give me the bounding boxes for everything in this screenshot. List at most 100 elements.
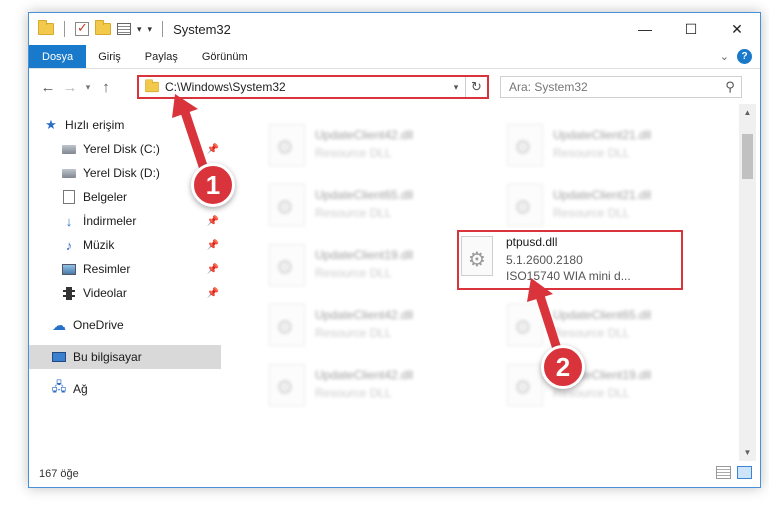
sidebar-item-label: Yerel Disk (C:) [83, 142, 160, 156]
customize-toolbar-icon[interactable]: ▾ [148, 24, 153, 35]
refresh-icon[interactable]: ↻ [465, 77, 487, 97]
folder-icon [38, 20, 54, 35]
sidebar-item-downloads[interactable]: ↓ İndirmeler 📌 [29, 209, 221, 233]
dll-file-icon [269, 184, 305, 226]
search-box[interactable]: ⚲ [500, 76, 742, 98]
file-item[interactable]: UpdateClient42.dll Resource DLL [241, 298, 467, 354]
file-description: Resource DLL [553, 326, 630, 340]
sidebar-item-quick-access[interactable]: ★ Hızlı erişim [29, 113, 221, 137]
sidebar-item-label: Yerel Disk (D:) [83, 166, 160, 180]
sidebar-item-music[interactable]: ♪ Müzik 📌 [29, 233, 221, 257]
sidebar-item-label: Belgeler [83, 190, 128, 204]
help-icon[interactable]: ? [737, 49, 752, 64]
chevron-down-icon[interactable]: ▾ [137, 24, 142, 35]
file-description: Resource DLL [315, 326, 392, 340]
scroll-thumb[interactable] [742, 134, 753, 179]
sidebar-item-videos[interactable]: Videolar 📌 [29, 281, 221, 305]
properties-list-icon[interactable] [117, 23, 131, 35]
computer-icon [51, 349, 67, 365]
file-item[interactable]: UpdateClient65.dll Resource DLL [479, 298, 705, 354]
file-item[interactable]: UpdateClient21.dll Resource DLL [479, 118, 705, 174]
file-item[interactable]: UpdateClient42.dll Resource DLL [241, 358, 467, 414]
file-description: Resource DLL [315, 386, 392, 400]
item-count: 167 öğe [39, 468, 79, 480]
folder-icon [145, 79, 159, 93]
dll-file-icon [269, 244, 305, 286]
dll-file-icon [507, 124, 543, 166]
search-icon[interactable]: ⚲ [719, 79, 741, 95]
dll-file-icon [507, 364, 543, 406]
tab-paylas[interactable]: Paylaş [133, 45, 190, 68]
tab-gorunum[interactable]: Görünüm [190, 45, 260, 68]
sidebar-item-pictures[interactable]: Resimler 📌 [29, 257, 221, 281]
expand-ribbon-icon[interactable]: ⌄ [720, 50, 729, 63]
sidebar-item-onedrive[interactable]: ☁ OneDrive [29, 313, 221, 337]
file-description: Resource DLL [553, 206, 630, 220]
tab-giris[interactable]: Giriş [86, 45, 133, 68]
sidebar-item-network[interactable]: 🖧 Ağ [29, 377, 221, 401]
address-path[interactable]: C:\Windows\System32 [165, 80, 447, 94]
ribbon-tabs: Dosya Giriş Paylaş Görünüm ⌄ ? [29, 45, 760, 69]
details-view-icon[interactable] [716, 466, 731, 479]
highlighted-file-ptpusd[interactable]: ptpusd.dll 5.1.2600.2180 ISO15740 WIA mi… [457, 230, 683, 290]
toolbar-separator [162, 21, 164, 37]
file-description: Resource DLL [315, 266, 392, 280]
dll-file-icon [269, 304, 305, 346]
vertical-scrollbar[interactable]: ▲ ▼ [739, 104, 756, 461]
document-icon [61, 189, 77, 205]
window-title: System32 [173, 21, 231, 37]
sidebar-item-label: Hızlı erişim [65, 118, 125, 132]
sidebar-item-local-disk-c[interactable]: Yerel Disk (C:) 📌 [29, 137, 221, 161]
tiles-view-icon[interactable] [737, 466, 752, 479]
pin-icon[interactable]: 📌 [207, 144, 219, 155]
file-description: Resource DLL [553, 146, 630, 160]
ribbon-right-controls: ⌄ ? [720, 49, 752, 64]
toolbar-separator [64, 21, 65, 37]
back-arrow-icon[interactable]: ← [37, 76, 59, 98]
file-name: UpdateClient65.dll [315, 188, 414, 202]
file-description: Resource DLL [315, 206, 392, 220]
sidebar-item-label: Müzik [83, 238, 115, 252]
sidebar-item-label: OneDrive [73, 318, 124, 332]
dll-file-icon [269, 364, 305, 406]
new-folder-icon[interactable] [95, 20, 111, 35]
pin-icon[interactable]: 📌 [207, 240, 219, 251]
search-input[interactable] [501, 77, 719, 97]
pin-icon[interactable]: 📌 [207, 216, 219, 227]
minimize-button[interactable]: — [622, 13, 668, 45]
close-button[interactable]: ✕ [714, 13, 760, 45]
dll-file-icon [269, 124, 305, 166]
file-item[interactable]: UpdateClient42.dll Resource DLL [241, 118, 467, 174]
file-name: UpdateClient19.dll [315, 248, 414, 262]
star-icon: ★ [45, 117, 57, 132]
pin-icon[interactable]: 📌 [207, 264, 219, 275]
scroll-down-icon[interactable]: ▼ [739, 444, 756, 461]
file-item[interactable]: UpdateClient65.dll Resource DLL [241, 178, 467, 234]
music-icon: ♪ [65, 237, 73, 253]
disk-icon [61, 141, 77, 157]
address-bar[interactable]: C:\Windows\System32 ▾ ↻ [137, 75, 489, 99]
scroll-up-icon[interactable]: ▲ [739, 104, 756, 121]
pin-icon[interactable]: 📌 [207, 288, 219, 299]
forward-arrow-icon[interactable]: → [59, 76, 81, 98]
file-item[interactable]: UpdateClient19.dll Resource DLL [241, 238, 467, 294]
window-controls: — ☐ ✕ [622, 13, 760, 45]
file-item[interactable]: UpdateClient21.dll Resource DLL [479, 178, 705, 234]
dll-file-icon [461, 236, 493, 276]
address-history-chevron-icon[interactable]: ▾ [447, 82, 465, 93]
file-item[interactable]: UpdateClient19.dll Resource DLL [479, 358, 705, 414]
file-name: UpdateClient42.dll [315, 308, 414, 322]
picture-icon [61, 261, 77, 277]
up-arrow-icon[interactable]: ↑ [95, 76, 117, 98]
tab-dosya[interactable]: Dosya [29, 45, 87, 68]
sidebar-item-label: Resimler [83, 262, 131, 276]
maximize-button[interactable]: ☐ [668, 13, 714, 45]
recent-locations-chevron-icon[interactable]: ▾ [81, 76, 95, 98]
properties-check-icon[interactable] [75, 20, 89, 36]
video-icon [61, 285, 77, 301]
quick-access-toolbar: ▾ ▾ [38, 20, 167, 37]
file-name: ptpusd.dll [506, 235, 558, 249]
cloud-icon: ☁ [52, 316, 66, 333]
sidebar-item-this-pc[interactable]: Bu bilgisayar [29, 345, 221, 369]
file-name: UpdateClient42.dll [315, 368, 414, 382]
